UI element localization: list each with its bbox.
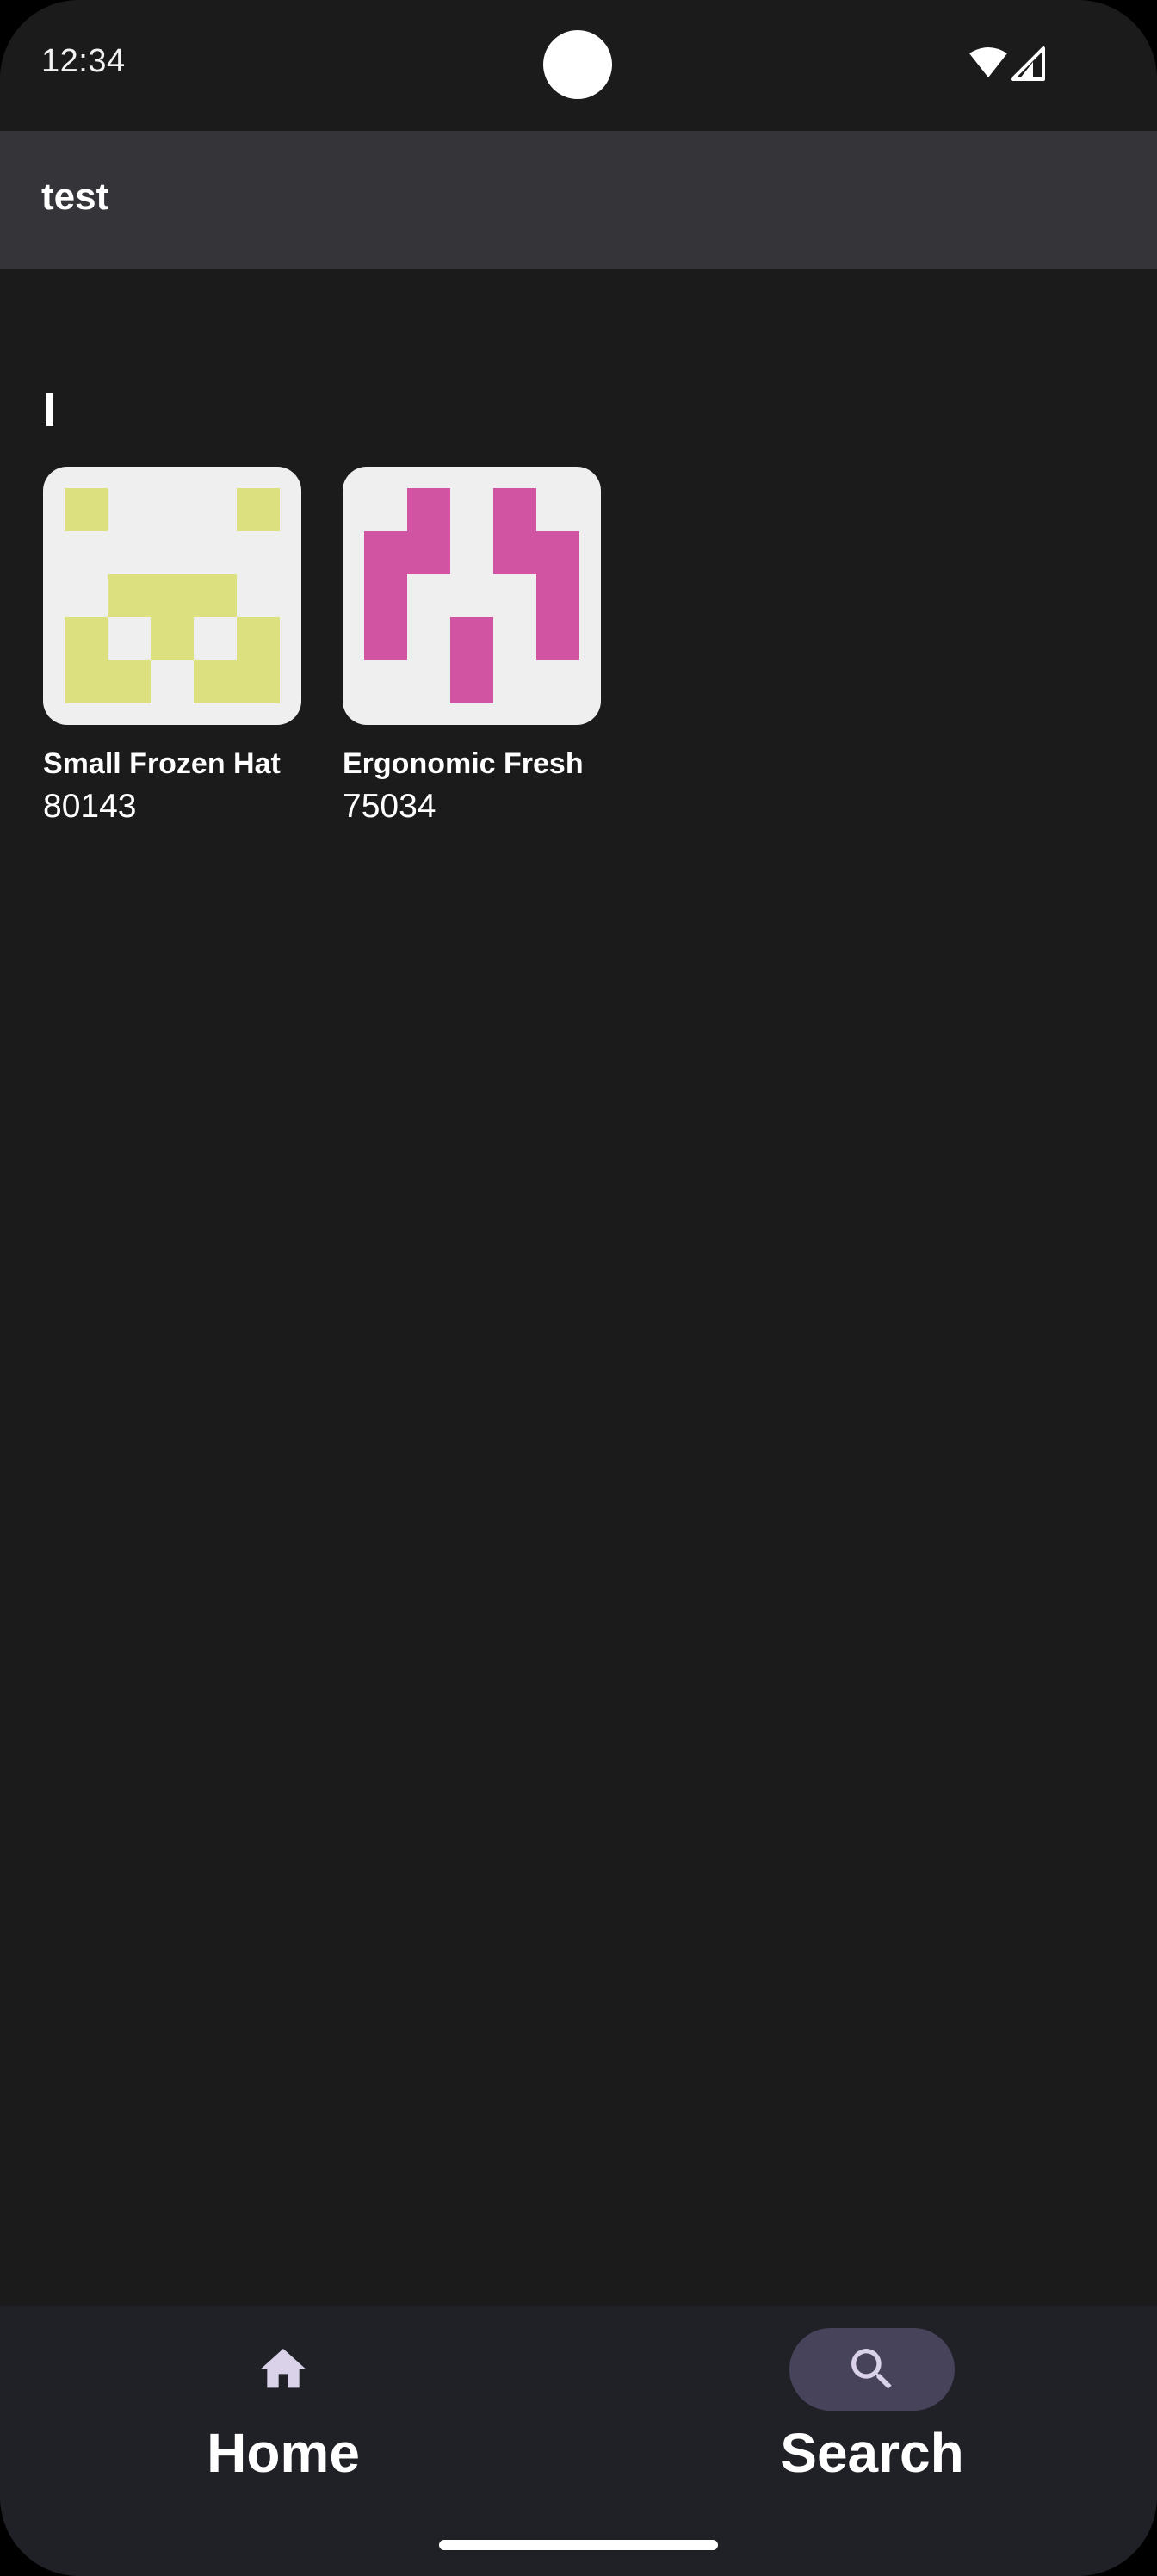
item-number: 80143 (43, 788, 137, 825)
top-app-bar: test (0, 131, 1157, 269)
nav-label-home: Home (207, 2422, 360, 2484)
item-name: Ergonomic Fresh (343, 747, 584, 780)
wifi-icon (969, 47, 1007, 77)
status-icons (968, 46, 1050, 81)
item-image (343, 467, 601, 725)
item-image (43, 467, 301, 725)
search-icon (851, 2349, 892, 2389)
item-card[interactable]: Ergonomic Fresh 75034 (343, 467, 601, 826)
phone-screen: 12:34 test I Small Frozen Hat 80143 Ergo… (0, 0, 1157, 2576)
item-card[interactable]: Small Frozen Hat 80143 (43, 467, 301, 826)
nav-search-indicator (789, 2328, 955, 2411)
nav-label-search: Search (780, 2422, 964, 2484)
signal-icon (1011, 46, 1045, 81)
app-bar-title: test (41, 176, 109, 218)
gesture-home-indicator[interactable] (439, 2540, 718, 2550)
item-grid: Small Frozen Hat 80143 Ergonomic Fresh 7… (43, 467, 601, 826)
content-area[interactable]: I Small Frozen Hat 80143 Ergonomic Fresh… (0, 269, 1157, 2306)
identicon-icon (364, 488, 579, 703)
bottom-navigation: Home Search (0, 2306, 1157, 2576)
identicon-icon (65, 488, 280, 703)
nav-item-search[interactable]: Search (700, 2328, 1044, 2485)
item-name: Small Frozen Hat (43, 747, 281, 780)
nav-item-home[interactable]: Home (111, 2328, 455, 2485)
camera-cutout (543, 30, 612, 99)
status-time: 12:34 (41, 43, 126, 79)
nav-home-indicator (201, 2328, 366, 2411)
item-number: 75034 (343, 788, 436, 825)
status-bar: 12:34 (0, 0, 1157, 131)
section-heading: I (43, 382, 57, 437)
home-icon (260, 2349, 306, 2388)
